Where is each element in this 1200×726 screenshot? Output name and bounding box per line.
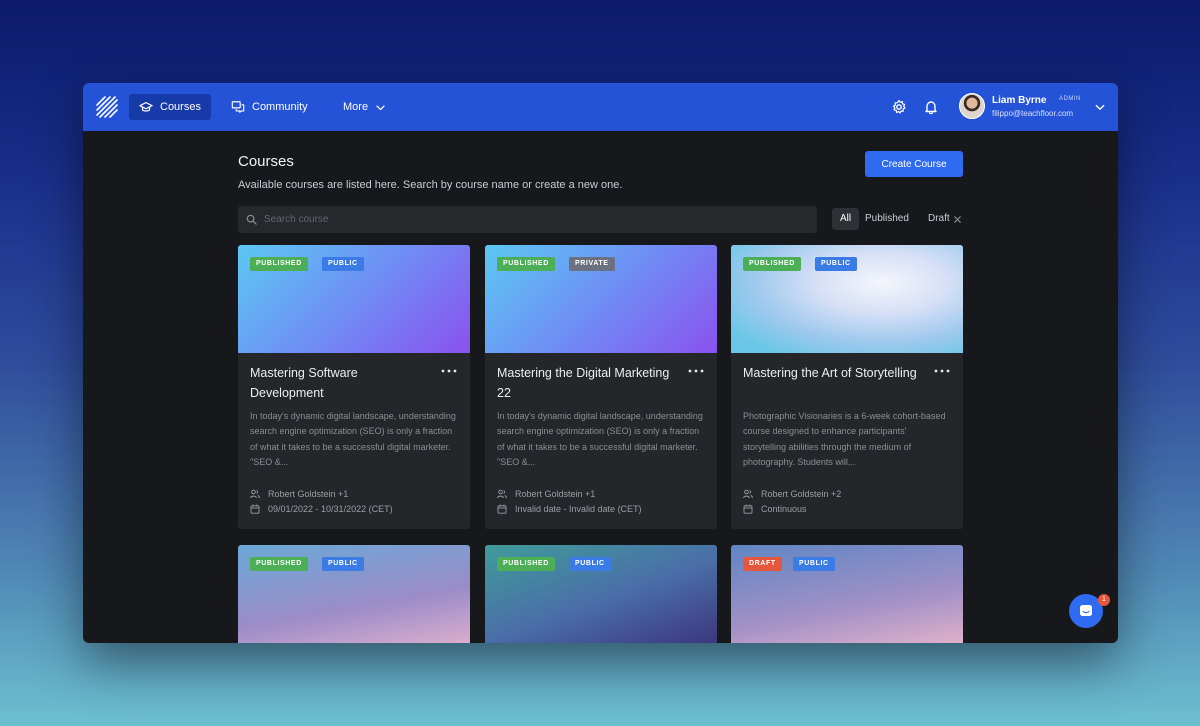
visibility-badge: PUBLIC	[322, 557, 364, 571]
user-menu-chevron-icon[interactable]	[1094, 101, 1106, 113]
course-card[interactable]: DRAFT PUBLIC	[731, 545, 963, 643]
page-subtitle: Available courses are listed here. Searc…	[238, 179, 623, 191]
course-title[interactable]: Mastering the Digital Marketing 22	[497, 363, 677, 403]
chevron-down-icon	[376, 105, 385, 110]
calendar-icon	[497, 504, 507, 514]
course-dates: 09/01/2022 - 10/31/2022 (CET)	[250, 504, 393, 514]
filter-draft[interactable]: Draft	[920, 208, 958, 230]
filter-published[interactable]: Published	[857, 208, 917, 230]
course-title[interactable]: Mastering Software Development	[250, 363, 430, 403]
calendar-icon	[250, 504, 260, 514]
chat-icon	[1080, 605, 1092, 616]
course-instructors: Robert Goldstein +1	[250, 489, 348, 499]
users-icon	[250, 489, 260, 499]
visibility-badge: PUBLIC	[322, 257, 364, 271]
user-avatar[interactable]	[959, 93, 985, 119]
bell-icon[interactable]	[923, 99, 939, 115]
status-badge: DRAFT	[743, 557, 782, 571]
course-instructors: Robert Goldstein +2	[743, 489, 841, 499]
user-name: Liam Byrne	[992, 95, 1047, 106]
course-description: Photographic Visionaries is a 6-week coh…	[743, 411, 946, 468]
nav-courses-label: Courses	[160, 101, 201, 113]
filter-all[interactable]: All	[832, 208, 860, 230]
calendar-icon	[743, 504, 753, 514]
instructors-text: Robert Goldstein +1	[515, 489, 596, 499]
more-options-icon[interactable]	[933, 366, 951, 376]
visibility-badge: PUBLIC	[815, 257, 857, 271]
course-thumbnail[interactable]: DRAFT PUBLIC	[731, 545, 963, 643]
more-options-icon[interactable]	[687, 366, 705, 376]
users-icon	[497, 489, 507, 499]
course-card[interactable]: PUBLISHED PRIVATE Mastering the Digital …	[485, 245, 717, 529]
user-role-badge: ADMIN	[1059, 96, 1081, 102]
course-card[interactable]: PUBLISHED PUBLIC	[485, 545, 717, 643]
status-badge: PUBLISHED	[250, 257, 308, 271]
app-window: Courses Community More Liam Byrne ADMIN	[83, 83, 1118, 643]
course-dates: Invalid date - Invalid date (CET)	[497, 504, 642, 514]
course-description: In today's dynamic digital landscape, un…	[497, 411, 703, 468]
visibility-badge: PUBLIC	[793, 557, 835, 571]
nav-more-label: More	[343, 101, 369, 113]
status-badge: PUBLISHED	[743, 257, 801, 271]
graduation-cap-icon	[139, 102, 153, 112]
page-title: Courses	[238, 153, 294, 170]
top-navbar: Courses Community More Liam Byrne ADMIN	[83, 83, 1118, 131]
nav-more[interactable]: More	[333, 94, 396, 120]
create-course-button[interactable]: Create Course	[865, 151, 963, 177]
course-card[interactable]: PUBLISHED PUBLIC Mastering Software Deve…	[238, 245, 470, 529]
users-icon	[743, 489, 753, 499]
course-thumbnail[interactable]: PUBLISHED PUBLIC	[238, 545, 470, 643]
course-thumbnail[interactable]: PUBLISHED PUBLIC	[731, 245, 963, 353]
nav-courses[interactable]: Courses	[129, 94, 211, 120]
dates-text: Continuous	[761, 504, 807, 514]
nav-community[interactable]: Community	[221, 94, 318, 120]
dates-text: 09/01/2022 - 10/31/2022 (CET)	[268, 504, 393, 514]
course-thumbnail[interactable]: PUBLISHED PUBLIC	[238, 245, 470, 353]
course-description: In today's dynamic digital landscape, un…	[250, 411, 456, 468]
course-title[interactable]: Mastering the Art of Storytelling	[743, 363, 923, 383]
chat-unread-badge: 1	[1098, 594, 1110, 606]
course-dates: Continuous	[743, 504, 807, 514]
status-badge: PUBLISHED	[497, 557, 555, 571]
search-input[interactable]	[264, 210, 784, 229]
status-badge: PUBLISHED	[250, 557, 308, 571]
course-card[interactable]: PUBLISHED PUBLIC	[238, 545, 470, 643]
instructors-text: Robert Goldstein +2	[761, 489, 842, 499]
status-badge: PUBLISHED	[497, 257, 555, 271]
search-icon	[246, 214, 257, 225]
instructors-text: Robert Goldstein +1	[268, 489, 349, 499]
nav-community-label: Community	[252, 101, 308, 113]
search-bar	[238, 206, 961, 233]
user-email: filippo@teachfloor.com	[992, 109, 1074, 118]
visibility-badge: PRIVATE	[569, 257, 615, 271]
visibility-badge: PUBLIC	[569, 557, 611, 571]
course-instructors: Robert Goldstein +1	[497, 489, 595, 499]
chat-bubbles-icon	[231, 101, 245, 113]
course-thumbnail[interactable]: PUBLISHED PRIVATE	[485, 245, 717, 353]
course-thumbnail[interactable]: PUBLISHED PUBLIC	[485, 545, 717, 643]
teachfloor-logo-icon[interactable]	[95, 95, 119, 119]
course-card[interactable]: PUBLISHED PUBLIC Mastering the Art of St…	[731, 245, 963, 529]
more-options-icon[interactable]	[440, 366, 458, 376]
gear-icon[interactable]	[891, 99, 907, 115]
dates-text: Invalid date - Invalid date (CET)	[515, 504, 642, 514]
